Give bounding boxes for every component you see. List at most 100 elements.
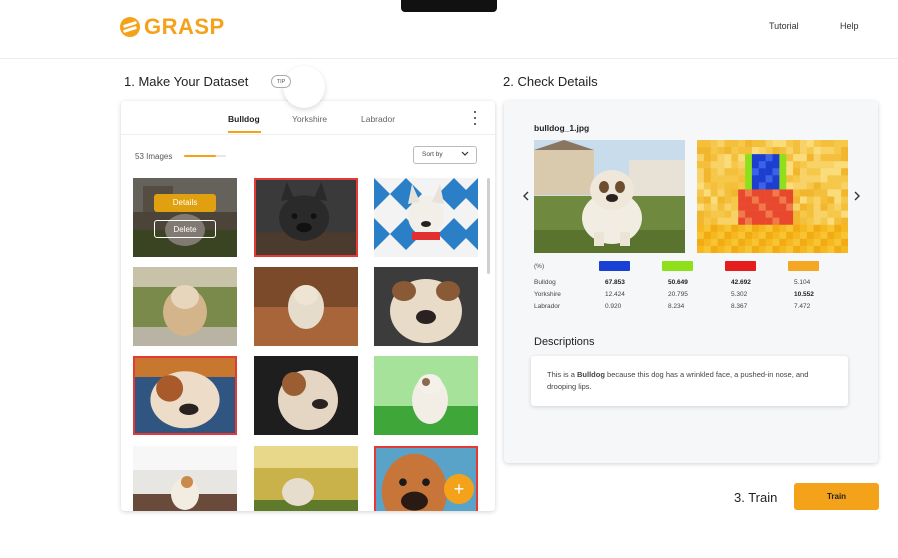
heatmap-cell <box>772 231 780 240</box>
dog-image <box>374 178 478 257</box>
description-text: This is a Bulldog because this dog has a… <box>547 369 837 393</box>
heatmap-cell <box>703 147 712 155</box>
heatmap-cell <box>710 140 718 148</box>
brand-logo[interactable]: GRASP <box>120 14 225 40</box>
heatmap-cell <box>717 210 725 218</box>
heatmap-cell <box>841 231 848 240</box>
heatmap-cell <box>738 210 746 218</box>
heatmap-cell <box>827 196 835 204</box>
nav-help[interactable]: Help <box>840 21 859 31</box>
dataset-image-thumb[interactable] <box>254 356 358 435</box>
heatmap-cell <box>758 175 766 183</box>
heatmap-cell <box>738 196 746 204</box>
heatmap-cell <box>703 238 712 247</box>
heatmap-cell <box>703 203 712 211</box>
heatmap-cell <box>827 175 835 183</box>
chevron-right-icon[interactable] <box>853 191 861 201</box>
delete-button[interactable]: Delete <box>154 220 216 238</box>
heatmap-cell <box>745 147 753 155</box>
dog-image <box>374 356 478 435</box>
tip-toggle[interactable]: TIP <box>271 75 291 88</box>
grid-scrollbar[interactable] <box>487 178 490 274</box>
heatmap-cell <box>799 175 808 183</box>
chevron-left-icon[interactable] <box>522 191 530 201</box>
add-image-button[interactable]: + <box>444 474 474 504</box>
score-cell: 50.649 <box>668 279 688 286</box>
heatmap-cell <box>745 168 753 176</box>
descriptions-heading: Descriptions <box>534 336 595 348</box>
heatmap-cell <box>751 231 760 240</box>
nav-tutorial[interactable]: Tutorial <box>769 21 799 31</box>
train-button[interactable]: Train <box>794 483 879 510</box>
score-cell: 7.472 <box>794 303 811 310</box>
heatmap-cell <box>710 196 718 204</box>
dog-image <box>254 446 358 511</box>
heatmap-cell <box>717 175 725 183</box>
tab-labrador[interactable]: Labrador <box>361 114 395 124</box>
heatmap-cell <box>834 175 842 183</box>
heatmap-cell <box>710 217 718 226</box>
heatmap-cell <box>820 224 828 233</box>
dataset-image-thumb[interactable] <box>254 446 358 511</box>
dataset-image-thumb[interactable] <box>133 356 237 435</box>
heatmap-cell <box>779 203 787 211</box>
heatmap-cell <box>745 175 753 183</box>
heatmap-cell <box>813 147 821 155</box>
heatmap-cell <box>799 182 808 190</box>
heatmap-cell <box>834 231 842 240</box>
heatmap-cell <box>772 154 780 162</box>
heatmap-cell <box>813 217 821 226</box>
heatmap-cell <box>724 203 732 211</box>
heatmap-cell <box>806 168 814 176</box>
dataset-image-thumb[interactable] <box>374 267 478 346</box>
heatmap-cell <box>717 189 725 197</box>
description-card: This is a Bulldog because this dog has a… <box>531 356 848 406</box>
dataset-image-thumb[interactable] <box>133 267 237 346</box>
tab-bulldog[interactable]: Bulldog <box>228 114 260 124</box>
description-prefix: This is a <box>547 370 578 379</box>
kebab-menu-icon[interactable] <box>472 111 478 125</box>
heatmap-cell <box>813 245 821 253</box>
heatmap-cell <box>751 196 760 204</box>
details-button[interactable]: Details <box>154 194 216 212</box>
score-cell: 0.920 <box>605 303 622 310</box>
heatmap-cell <box>697 245 705 253</box>
dataset-image-thumb[interactable] <box>254 178 358 257</box>
heatmap-cell <box>765 224 773 233</box>
dataset-image-thumb[interactable] <box>374 356 478 435</box>
dataset-image-thumb[interactable] <box>254 267 358 346</box>
heatmap-cell <box>841 196 848 204</box>
heatmap-cell <box>834 196 842 204</box>
heatmap-cell <box>834 224 842 233</box>
heatmap-cell <box>738 147 746 155</box>
score-cell: 8.367 <box>731 303 748 310</box>
heatmap-cell <box>786 238 794 247</box>
score-row-label: Labrador <box>534 303 561 310</box>
dataset-image-thumb[interactable] <box>133 446 237 511</box>
heatmap-cell <box>841 217 848 226</box>
heatmap-cell <box>827 189 835 197</box>
heatmap-cell <box>841 154 848 162</box>
heatmap-cell <box>813 203 821 211</box>
heatmap-cell <box>786 182 794 190</box>
heatmap-cell <box>717 161 725 169</box>
tab-yorkshire[interactable]: Yorkshire <box>292 114 327 124</box>
heatmap-cell <box>724 245 732 253</box>
heatmap-cell <box>820 189 828 197</box>
dataset-image-thumb[interactable] <box>374 178 478 257</box>
heatmap-cell <box>813 161 821 169</box>
heatmap-cell <box>799 245 808 253</box>
heatmap-cell <box>779 224 787 233</box>
heatmap-cell <box>717 168 725 176</box>
heatmap-cell <box>758 238 766 247</box>
heatmap-cell <box>779 140 787 148</box>
heatmap-cell <box>793 217 801 226</box>
heatmap-cell <box>786 175 794 183</box>
column-swatch-blue <box>599 261 630 271</box>
heatmap-cell <box>758 210 766 218</box>
heatmap-cell <box>738 238 746 247</box>
heatmap-cell <box>820 203 828 211</box>
dataset-image-thumb[interactable]: Details Delete <box>133 178 237 257</box>
heatmap-cell <box>751 175 760 183</box>
heatmap-cell <box>806 210 814 218</box>
